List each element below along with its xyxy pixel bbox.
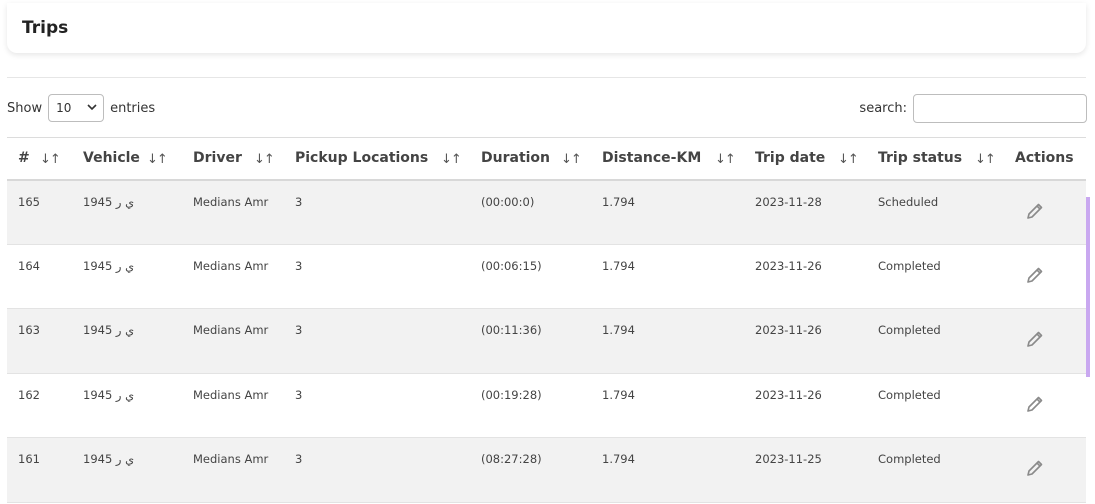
pencil-icon[interactable] <box>1025 394 1045 417</box>
entries-length-control: Show 10 entries <box>7 93 155 123</box>
cell-driver: Medians Amr <box>193 323 269 338</box>
column-label: Trip date <box>755 150 826 167</box>
cell-actions <box>1004 180 1086 245</box>
column-header-driver[interactable]: Driver ↓↑ <box>182 138 284 180</box>
cell-id: 163 <box>18 323 40 338</box>
sort-icon[interactable]: ↓↑ <box>147 152 168 167</box>
cell-vehicle: ي ر 1945 <box>83 258 135 273</box>
search-control: search: <box>859 93 1087 123</box>
cell-date: 2023-11-26 <box>755 323 822 338</box>
cell-date: 2023-11-26 <box>755 258 822 273</box>
cell-duration: (00:19:28) <box>481 387 542 402</box>
show-label: Show <box>7 100 43 116</box>
column-header-actions: Actions <box>1004 138 1086 180</box>
cell-pickup: 3 <box>295 452 303 467</box>
table-row: 161 ي ر 1945 Medians Amr 3 (08:27:28) 1.… <box>7 437 1086 503</box>
cell-duration: (00:00:0) <box>481 194 535 209</box>
cell-date: 2023-11-28 <box>755 194 822 209</box>
entries-select[interactable]: 10 <box>48 94 105 122</box>
cell-vehicle: ي ر 1945 <box>83 323 135 338</box>
column-header-id[interactable]: # ↓↑ <box>7 138 72 180</box>
column-header-trip-status[interactable]: Trip status ↓↑ <box>867 138 1004 180</box>
table-row: 163 ي ر 1945 Medians Amr 3 (00:11:36) 1.… <box>7 308 1086 374</box>
sort-icon[interactable]: ↓↑ <box>441 152 462 167</box>
column-label: Distance-KM <box>602 150 702 167</box>
sort-icon[interactable]: ↓↑ <box>561 152 582 167</box>
cell-id: 164 <box>18 258 40 273</box>
cell-distance: 1.794 <box>602 387 635 402</box>
search-label: search: <box>859 100 907 116</box>
cell-actions <box>1004 244 1086 309</box>
column-header-distance[interactable]: Distance-KM ↓↑ <box>591 138 744 180</box>
cell-status: Completed <box>878 323 941 338</box>
table-row: 164 ي ر 1945 Medians Amr 3 (00:06:15) 1.… <box>7 244 1086 309</box>
cell-status: Completed <box>878 452 941 467</box>
search-input[interactable] <box>913 93 1087 123</box>
page-header-card: Trips <box>7 3 1086 53</box>
column-label: Driver <box>193 150 242 167</box>
cell-vehicle: ي ر 1945 <box>83 194 135 209</box>
column-header-trip-date[interactable]: Trip date ↓↑ <box>744 138 867 180</box>
column-label: # <box>18 150 30 167</box>
sort-icon[interactable]: ↓↑ <box>715 152 736 167</box>
entries-label: entries <box>110 100 156 116</box>
column-label: Trip status <box>878 150 963 167</box>
chevron-down-icon <box>87 104 97 111</box>
pencil-icon[interactable] <box>1025 458 1045 481</box>
cell-driver: Medians Amr <box>193 387 269 402</box>
sort-icon[interactable]: ↓↑ <box>975 152 996 167</box>
sort-icon[interactable]: ↓↑ <box>40 152 61 167</box>
trips-table: # ↓↑ Vehicle ↓↑ Driver ↓↑ Pickup Locations ↓… <box>7 137 1086 503</box>
column-header-duration[interactable]: Duration ↓↑ <box>470 138 591 180</box>
cell-status: Completed <box>878 258 941 273</box>
cell-status: Scheduled <box>878 194 939 209</box>
cell-duration: (08:27:28) <box>481 452 542 467</box>
cell-id: 161 <box>18 452 40 467</box>
divider <box>7 77 1086 78</box>
cell-duration: (00:06:15) <box>481 258 542 273</box>
cell-id: 165 <box>18 194 40 209</box>
cell-pickup: 3 <box>295 323 303 338</box>
entries-select-value: 10 <box>56 101 72 115</box>
cell-distance: 1.794 <box>602 258 635 273</box>
page-title: Trips <box>22 18 69 38</box>
sort-icon[interactable]: ↓↑ <box>838 152 859 167</box>
pencil-icon[interactable] <box>1025 329 1045 352</box>
column-header-vehicle[interactable]: Vehicle ↓↑ <box>72 138 182 180</box>
cell-driver: Medians Amr <box>193 194 269 209</box>
cell-driver: Medians Amr <box>193 452 269 467</box>
cell-distance: 1.794 <box>602 452 635 467</box>
sort-icon[interactable]: ↓↑ <box>254 152 275 167</box>
table-header-row: # ↓↑ Vehicle ↓↑ Driver ↓↑ Pickup Locations ↓… <box>7 137 1086 180</box>
scrollbar-thumb[interactable] <box>1086 197 1090 377</box>
cell-pickup: 3 <box>295 194 303 209</box>
cell-distance: 1.794 <box>602 194 635 209</box>
pencil-icon[interactable] <box>1025 265 1045 288</box>
column-label: Actions <box>1015 150 1074 167</box>
cell-pickup: 3 <box>295 387 303 402</box>
cell-actions <box>1004 438 1086 503</box>
cell-date: 2023-11-26 <box>755 387 822 402</box>
cell-actions <box>1004 373 1086 438</box>
cell-vehicle: ي ر 1945 <box>83 452 135 467</box>
cell-driver: Medians Amr <box>193 258 269 273</box>
column-label: Duration <box>481 150 551 167</box>
cell-actions <box>1004 309 1086 374</box>
column-header-pickup-locations[interactable]: Pickup Locations ↓↑ <box>284 138 470 180</box>
table-row: 162 ي ر 1945 Medians Amr 3 (00:19:28) 1.… <box>7 373 1086 438</box>
cell-status: Completed <box>878 387 941 402</box>
cell-date: 2023-11-25 <box>755 452 822 467</box>
cell-id: 162 <box>18 387 40 402</box>
pencil-icon[interactable] <box>1025 201 1045 224</box>
column-label: Vehicle <box>83 150 140 167</box>
cell-distance: 1.794 <box>602 323 635 338</box>
column-label: Pickup Locations <box>295 150 429 167</box>
cell-vehicle: ي ر 1945 <box>83 387 135 402</box>
table-row: 165 ي ر 1945 Medians Amr 3 (00:00:0) 1.7… <box>7 179 1086 245</box>
cell-pickup: 3 <box>295 258 303 273</box>
cell-duration: (00:11:36) <box>481 323 542 338</box>
